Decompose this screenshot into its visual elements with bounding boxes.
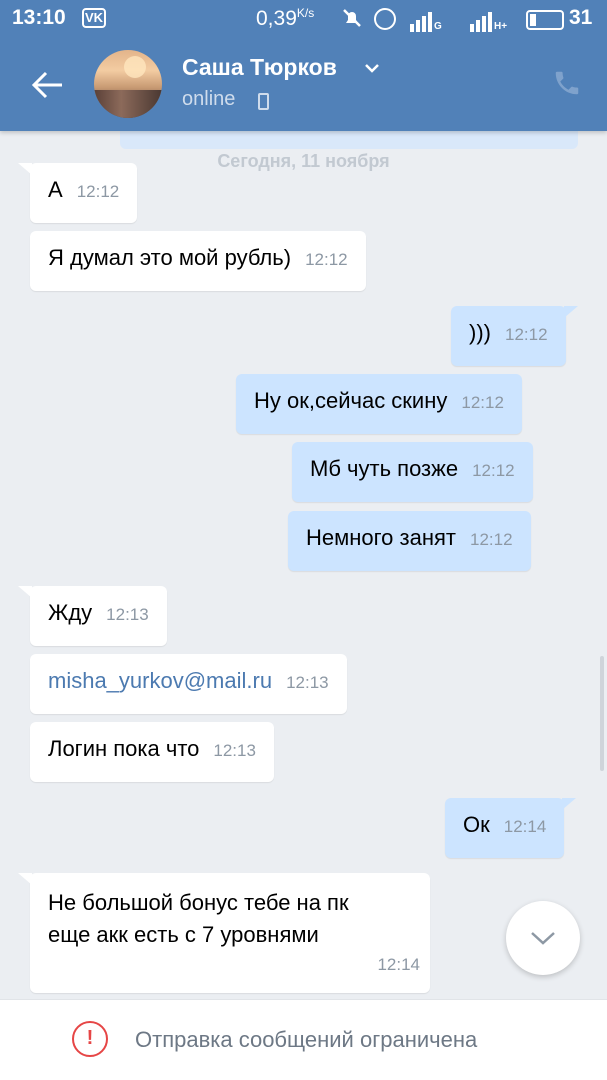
message-time: 12:13 (106, 605, 149, 624)
message-outgoing[interactable]: Немного занят 12:12 (288, 511, 531, 571)
contact-avatar[interactable] (94, 50, 162, 118)
signal-icon-1: G (410, 8, 442, 32)
message-text: Логин пока что (48, 736, 200, 761)
warning-icon: ! (72, 1021, 108, 1057)
message-text: Жду (48, 600, 93, 625)
message-outgoing[interactable]: Мб чуть позже 12:12 (292, 442, 533, 502)
message-list[interactable]: Сегодня, 11 ноября А 12:12 Я думал это мо… (0, 131, 607, 999)
message-outgoing[interactable]: ))) 12:12 (451, 306, 578, 366)
contact-name[interactable]: Саша Тюрков (182, 54, 337, 81)
scrollbar[interactable] (600, 656, 604, 771)
message-text: А (48, 177, 63, 202)
alarm-icon (374, 8, 396, 30)
network-speed: 0,39K/s (256, 6, 315, 30)
message-time: 12:12 (76, 182, 120, 201)
message-text: Мб чуть позже (310, 456, 459, 481)
status-time: 13:10 (12, 6, 66, 29)
chevron-down-icon (531, 932, 555, 945)
message-incoming[interactable]: Не большой бонус тебе на пк еще акк есть… (18, 873, 430, 993)
message-time: 12:12 (472, 461, 515, 480)
message-incoming[interactable]: А 12:12 (17, 163, 138, 223)
contact-status: online (182, 88, 236, 110)
message-text: ))) (469, 320, 491, 345)
message-incoming[interactable]: Жду 12:13 (18, 586, 167, 646)
mute-icon (343, 9, 361, 27)
message-time: 12:13 (286, 673, 329, 692)
message-outgoing[interactable]: Ну ок,сейчас скину 12:12 (236, 374, 522, 434)
message-incoming[interactable]: Логин пока что 12:13 (30, 722, 274, 782)
message-outgoing[interactable]: Ок 12:14 (445, 798, 577, 858)
message-incoming[interactable]: misha_yurkov@mail.ru 12:13 (30, 654, 347, 714)
restriction-text: Отправка сообщений ограничена (135, 1027, 478, 1052)
vk-app-icon: VK (82, 8, 106, 28)
message-time: 12:14 (503, 817, 547, 836)
email-link[interactable]: misha_yurkov@mail.ru (48, 668, 272, 693)
message-time: 12:12 (469, 530, 513, 549)
message-time: 12:13 (213, 741, 256, 760)
phone-call-icon[interactable] (552, 68, 582, 98)
previous-message-fragment (120, 131, 578, 149)
message-incoming[interactable]: Я думал это мой рубль) 12:12 (30, 231, 366, 291)
chat-toolbar: Саша Тюрков online (0, 38, 607, 131)
message-text-line: еще акк есть с 7 уровнями (48, 922, 319, 947)
message-text: Ок (463, 812, 490, 837)
message-text: Я думал это мой рубль) (48, 245, 292, 270)
message-text: Немного занят (306, 525, 456, 550)
signal-icon-2: H+ (470, 8, 507, 32)
mobile-device-icon (258, 93, 269, 110)
message-text-line: Не большой бонус тебе на пк (48, 890, 349, 915)
battery-level: 31 (569, 6, 593, 29)
message-time: 12:12 (461, 393, 504, 412)
message-text: Ну ок,сейчас скину (254, 388, 448, 413)
back-arrow-icon[interactable] (28, 65, 68, 105)
scroll-down-button[interactable] (506, 901, 580, 975)
chevron-down-icon[interactable] (364, 62, 380, 74)
composer-restricted-bar: ! Отправка сообщений ограничена (0, 999, 607, 1080)
app-header: 13:10 VK 0,39K/s G H+ 31 Саша Тюрков onl… (0, 0, 607, 131)
message-time: 12:12 (305, 250, 348, 269)
status-bar: 13:10 VK 0,39K/s G H+ 31 (0, 0, 607, 38)
message-time: 12:14 (377, 955, 420, 974)
battery-icon (526, 10, 564, 30)
message-time: 12:12 (504, 325, 548, 344)
